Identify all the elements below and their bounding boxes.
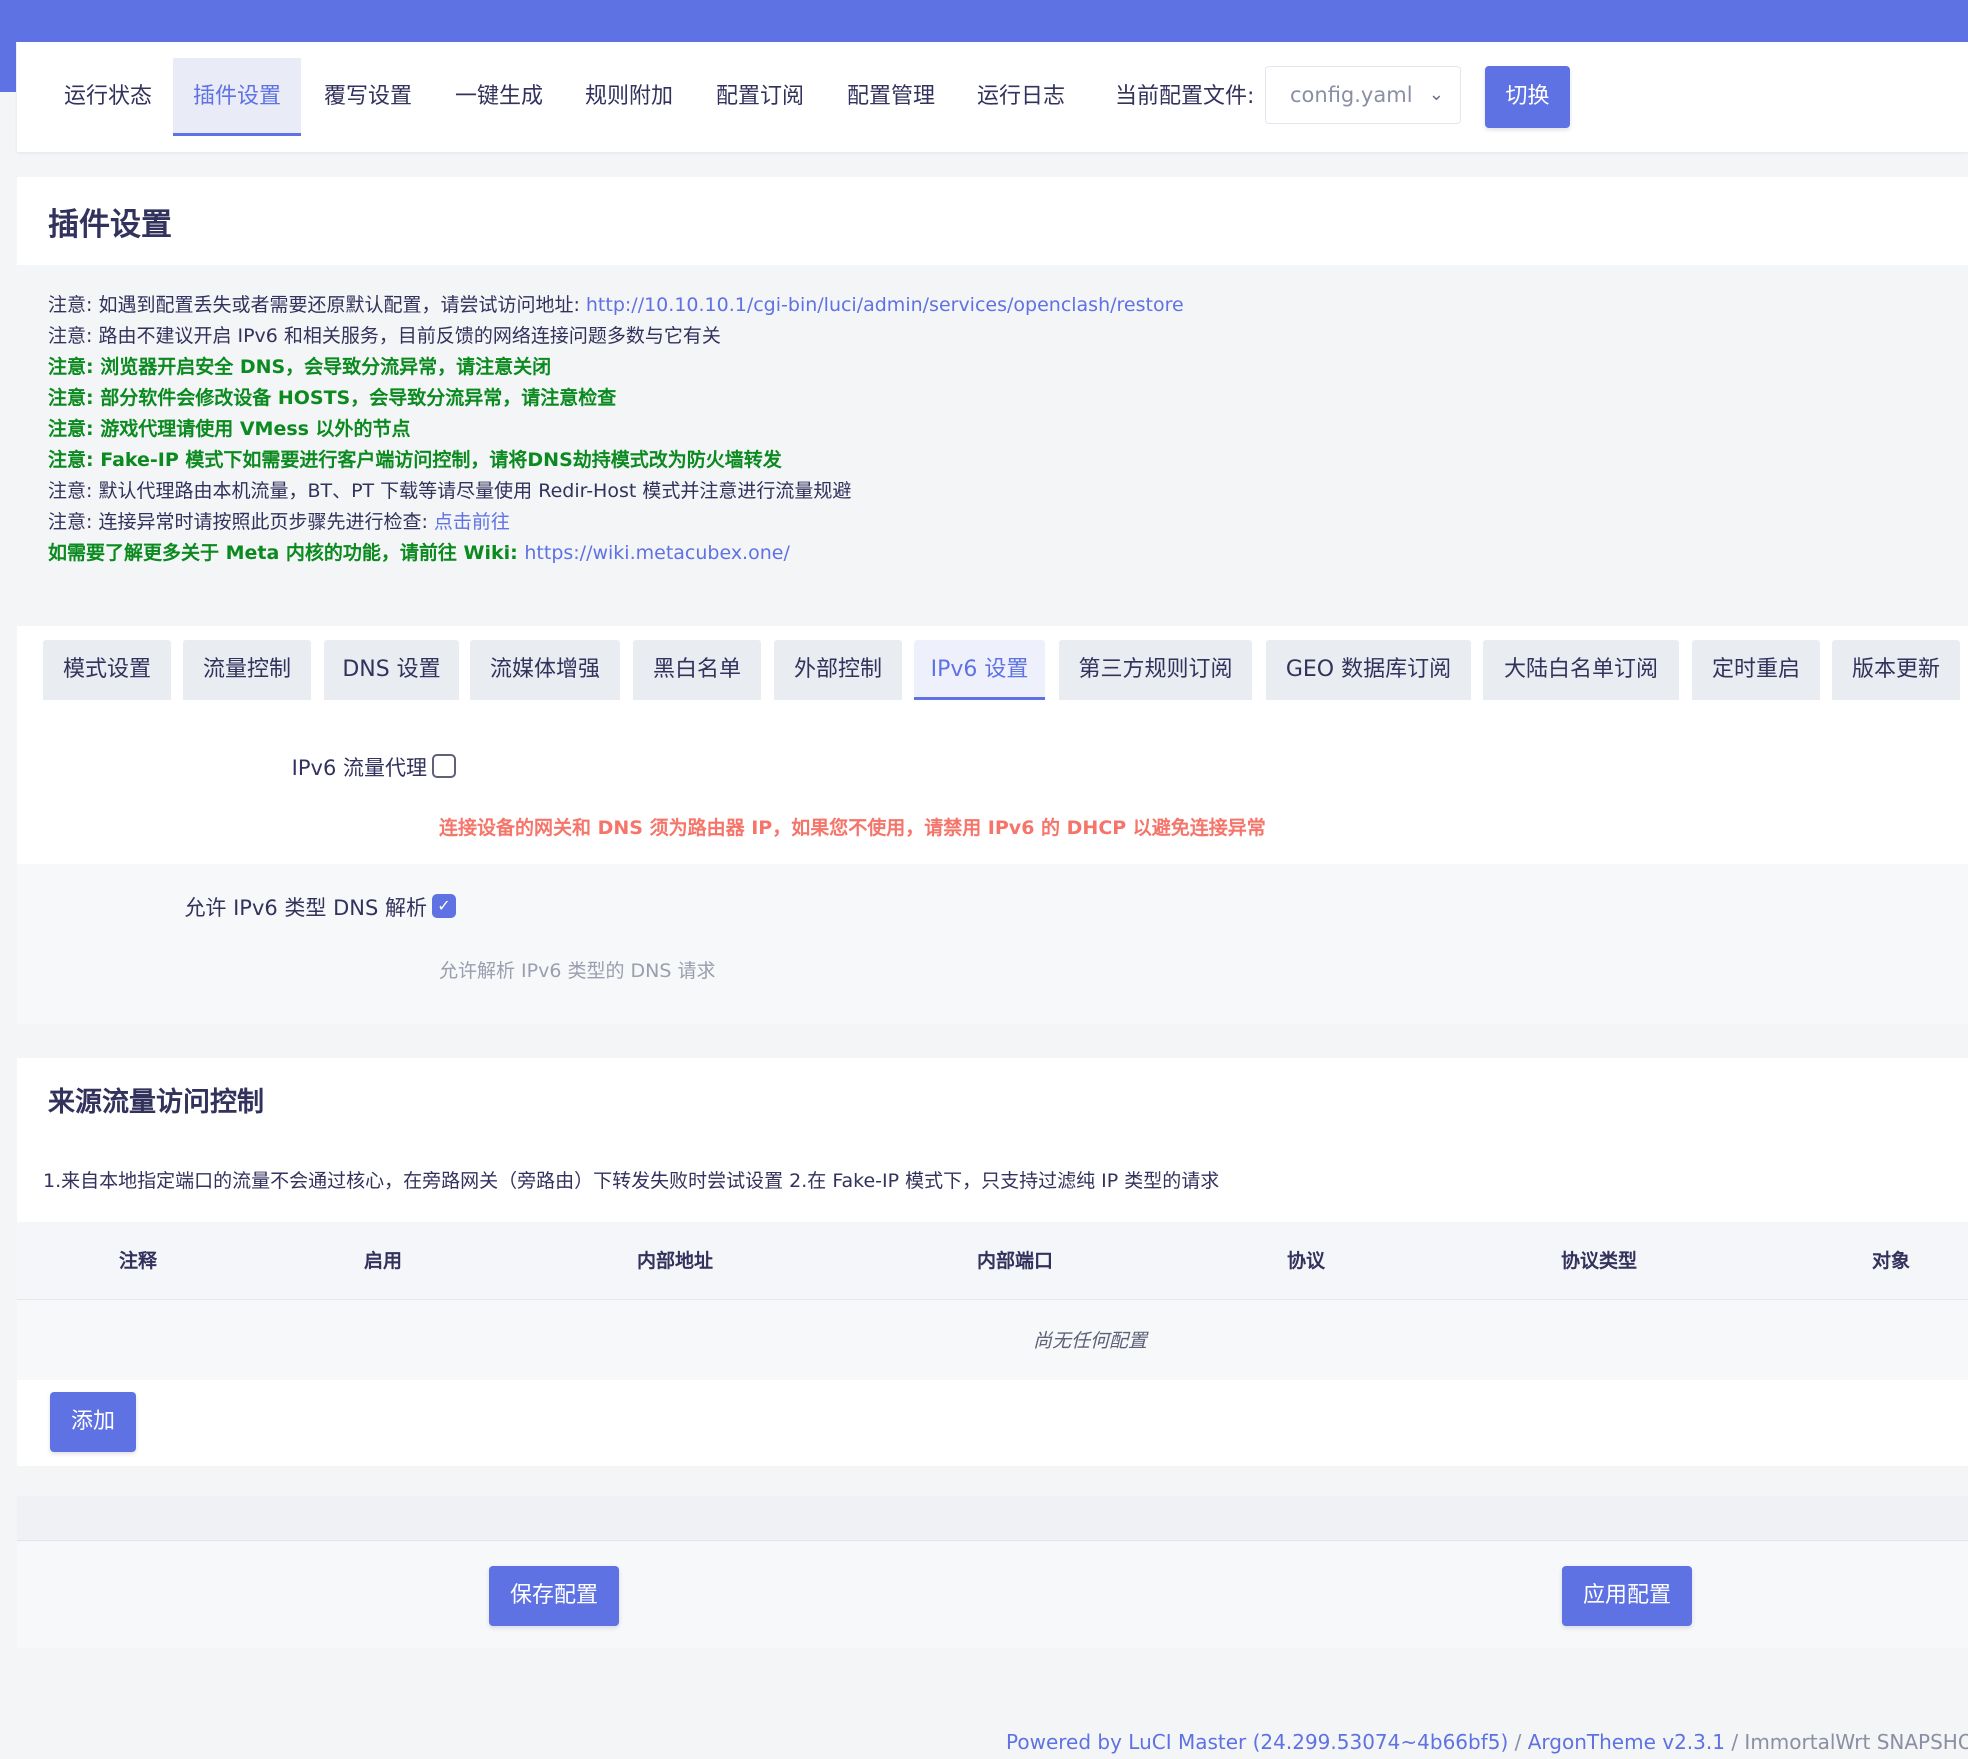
actions-divider [17,1496,1968,1541]
firmware-version: ImmortalWrt SNAPSHOT [1744,1730,1968,1754]
note-restore: 注意: 如遇到配置丢失或者需要还原默认配置，请尝试访问地址: http://10… [48,290,1928,321]
column-header-internal-port: 内部端口 [976,1250,1054,1272]
ipv6-proxy-row: IPv6 流量代理 连接设备的网关和 DNS 须为路由器 IP，如果您不使用，请… [17,704,1968,864]
nav-tab-config-subscription[interactable]: 配置订阅 [696,58,824,136]
subtab-mainland-whitelist[interactable]: 大陆白名单订阅 [1483,640,1679,700]
restore-link[interactable]: http://10.10.10.1/cgi-bin/luci/admin/ser… [586,294,1184,316]
access-control-table-header: 注释 启用 内部地址 内部端口 协议 协议类型 对象 [17,1222,1968,1300]
ipv6-dns-hint: 允许解析 IPv6 类型的 DNS 请求 [439,960,716,982]
ipv6-proxy-warning: 连接设备的网关和 DNS 须为路由器 IP，如果您不使用，请禁用 IPv6 的 … [439,817,1266,839]
column-header-internal-address: 内部地址 [636,1250,714,1272]
main-nav: 运行状态 插件设置 覆写设置 一键生成 规则附加 配置订阅 配置管理 运行日志 … [17,42,1968,152]
column-header-target: 对象 [1871,1250,1911,1272]
subtab-version-update[interactable]: 版本更新 [1832,640,1960,700]
top-header-bar [0,0,1968,42]
note-meta-wiki-text: 如需要了解更多关于 Meta 内核的功能，请前往 Wiki: [48,542,525,564]
nav-tab-config-management[interactable]: 配置管理 [827,58,955,136]
note-meta-wiki: 如需要了解更多关于 Meta 内核的功能，请前往 Wiki: https://w… [48,538,1928,569]
argon-theme-link[interactable]: ArgonTheme v2.3.1 [1528,1730,1725,1754]
note-check-steps-text: 注意: 连接异常时请按照此页步骤先进行检查: [48,511,434,533]
subtab-scheduled-restart[interactable]: 定时重启 [1692,640,1820,700]
page-title: 插件设置 [48,207,172,243]
apply-config-button[interactable]: 应用配置 [1562,1566,1692,1626]
add-rule-button[interactable]: 添加 [50,1392,136,1452]
wiki-link[interactable]: https://wiki.metacubex.one/ [524,542,789,564]
nav-tab-overwrite-settings[interactable]: 覆写设置 [304,58,432,136]
current-config-label: 当前配置文件: [1115,84,1255,109]
subtab-ipv6-settings[interactable]: IPv6 设置 [914,640,1045,700]
page-actions: 保存配置 应用配置 [17,1542,1968,1648]
note-ipv6: 注意: 路由不建议开启 IPv6 和相关服务，目前反馈的网络连接问题多数与它有关 [48,325,721,347]
subtab-geo-database[interactable]: GEO 数据库订阅 [1266,640,1471,700]
save-config-button[interactable]: 保存配置 [489,1566,619,1626]
ipv6-proxy-checkbox[interactable] [432,754,456,778]
empty-table-row: 尚无任何配置 [17,1300,1968,1380]
column-header-protocol: 协议 [1286,1250,1326,1272]
ipv6-dns-label: 允许 IPv6 类型 DNS 解析 [184,896,427,920]
nav-tab-rule-append[interactable]: 规则附加 [565,58,693,136]
note-restore-text: 注意: 如遇到配置丢失或者需要还原默认配置，请尝试访问地址: [48,294,586,316]
note-check-steps: 注意: 连接异常时请按照此页步骤先进行检查: 点击前往 [48,507,1928,538]
empty-table-text: 尚无任何配置 [1032,1330,1148,1352]
nav-tab-run-log[interactable]: 运行日志 [957,58,1085,136]
chevron-down-icon: ⌄ [1428,84,1444,105]
note-fake-ip: 注意: Fake-IP 模式下如需要进行客户端访问控制，请将DNS劫持模式改为防… [48,449,782,471]
footer-separator: / [1724,1730,1745,1754]
nav-tab-status[interactable]: 运行状态 [44,58,172,136]
ipv6-dns-checkbox[interactable]: ✓ [432,894,456,918]
checkmark-icon: ✓ [437,896,451,915]
notes-section: 注意: 如遇到配置丢失或者需要还原默认配置，请尝试访问地址: http://10… [48,290,1928,569]
config-file-select[interactable]: config.yaml ⌄ [1265,66,1461,124]
page-title-card: 插件设置 [17,177,1968,265]
column-header-protocol-type: 协议类型 [1560,1250,1638,1272]
nav-tab-plugin-settings[interactable]: 插件设置 [173,58,302,136]
luci-link[interactable]: Powered by LuCI Master (24.299.53074~4b6… [1006,1730,1508,1754]
header-accent-tab [0,42,16,92]
access-control-card: 来源流量访问控制 1.来自本地指定端口的流量不会通过核心，在旁路网关（旁路由）下… [17,1058,1968,1466]
footer-separator: / [1508,1730,1528,1754]
note-hosts: 注意: 部分软件会修改设备 HOSTS，会导致分流异常，请注意检查 [48,387,617,409]
access-control-description: 1.来自本地指定端口的流量不会通过核心，在旁路网关（旁路由）下转发失败时尝试设置… [43,1170,1220,1192]
nav-tab-one-click-generate[interactable]: 一键生成 [435,58,563,136]
subtab-streaming[interactable]: 流媒体增强 [470,640,620,700]
access-control-title: 来源流量访问控制 [48,1087,264,1118]
ipv6-settings-panel: IPv6 流量代理 连接设备的网关和 DNS 须为路由器 IP，如果您不使用，请… [17,704,1968,1024]
subtab-third-party-rules[interactable]: 第三方规则订阅 [1059,640,1252,700]
switch-config-button[interactable]: 切换 [1485,66,1570,128]
note-redir-host: 注意: 默认代理路由本机流量，BT、PT 下载等请尽量使用 Redir-Host… [48,480,852,502]
page-footer: Powered by LuCI Master (24.299.53074~4b6… [1006,1730,1968,1754]
config-file-value: config.yaml [1290,83,1413,107]
subtab-external-control[interactable]: 外部控制 [774,640,902,700]
check-steps-link[interactable]: 点击前往 [434,511,510,533]
ipv6-dns-row: 允许 IPv6 类型 DNS 解析 ✓ 允许解析 IPv6 类型的 DNS 请求 [17,864,1968,1024]
subtab-mode-settings[interactable]: 模式设置 [43,640,171,700]
subtab-black-white-list[interactable]: 黑白名单 [633,640,761,700]
note-secure-dns: 注意: 浏览器开启安全 DNS，会导致分流异常，请注意关闭 [48,356,552,378]
column-header-comment: 注释 [118,1250,158,1272]
subtab-traffic-control[interactable]: 流量控制 [183,640,311,700]
subtab-dns-settings[interactable]: DNS 设置 [324,640,459,700]
column-header-enabled: 启用 [363,1250,403,1272]
note-game-proxy: 注意: 游戏代理请使用 VMess 以外的节点 [48,418,411,440]
ipv6-proxy-label: IPv6 流量代理 [291,756,427,780]
settings-subtabs: 模式设置 流量控制 DNS 设置 流媒体增强 黑白名单 外部控制 IPv6 设置… [17,626,1968,704]
